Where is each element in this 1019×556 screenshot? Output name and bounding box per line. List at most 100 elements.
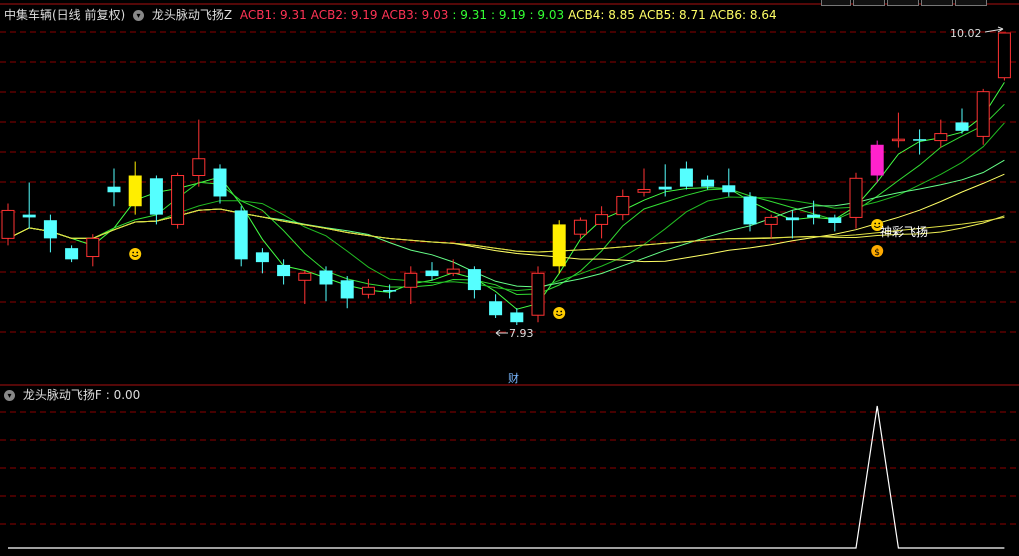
candle[interactable]	[22, 182, 36, 229]
smiley-face	[129, 248, 142, 260]
candle-body	[1, 209, 15, 239]
candle[interactable]	[277, 259, 291, 285]
candle[interactable]	[107, 168, 121, 207]
menu-tab-3[interactable]	[887, 0, 919, 6]
candle[interactable]	[891, 112, 905, 148]
smiley-icon	[129, 248, 142, 260]
candle-body	[510, 312, 524, 323]
candle[interactable]	[743, 192, 757, 232]
candle[interactable]	[361, 278, 375, 299]
candle[interactable]	[446, 259, 460, 277]
candle[interactable]	[616, 189, 630, 221]
kline-chart[interactable]: $	[0, 0, 1019, 556]
candle-body	[828, 217, 842, 224]
main-chart-header: 中集车辆(日线 前复权) ▾ 龙头脉动飞扬Z ACB1: 9.31 ACB2: 9…	[4, 8, 785, 22]
candle-body	[637, 188, 651, 193]
candle-body	[213, 168, 227, 197]
smiley-face	[553, 307, 566, 319]
candle[interactable]	[997, 32, 1011, 81]
candlestick-series[interactable]	[1, 32, 1011, 325]
candle[interactable]	[828, 214, 842, 232]
candle-body	[65, 248, 79, 260]
candle[interactable]	[510, 308, 524, 325]
candle[interactable]	[531, 266, 545, 323]
candle[interactable]	[489, 294, 503, 319]
candle[interactable]	[86, 234, 100, 267]
candle-body	[171, 175, 185, 225]
sub-indicator-plot[interactable]	[8, 405, 1005, 549]
candle[interactable]	[171, 172, 185, 229]
candle-body	[807, 214, 821, 218]
candle[interactable]	[149, 175, 163, 225]
candle-body	[891, 138, 905, 142]
candle-body	[531, 272, 545, 316]
sub-indicator-line[interactable]	[8, 405, 1005, 549]
candle[interactable]	[552, 220, 566, 274]
candle[interactable]	[764, 214, 778, 239]
indicator-name[interactable]: 龙头脉动飞扬Z	[152, 8, 232, 22]
candle-body	[383, 290, 397, 292]
candle-body	[425, 270, 439, 277]
candle[interactable]	[255, 248, 269, 274]
acb-value-5: : 9.03	[529, 8, 565, 22]
smiley-eye	[132, 251, 135, 254]
stock-name: 中集车辆(日线 前复权)	[4, 8, 126, 22]
candle[interactable]	[658, 164, 672, 197]
finance-marker-icon[interactable]: 财	[508, 370, 519, 386]
chevron-down-icon[interactable]: ▾	[4, 390, 15, 401]
candle-body	[298, 272, 312, 281]
candle[interactable]	[913, 129, 927, 155]
menu-tab-4[interactable]	[921, 0, 953, 6]
candle[interactable]	[785, 210, 799, 239]
candle[interactable]	[955, 108, 969, 134]
candle[interactable]	[43, 214, 57, 253]
candle-body	[552, 224, 566, 267]
candle-body	[361, 286, 375, 295]
candle-body	[489, 301, 503, 316]
candle-body	[701, 179, 715, 187]
candle-body	[595, 214, 609, 225]
candle-body	[404, 272, 418, 288]
sub-indicator-name[interactable]: 龙头脉动飞扬F	[23, 388, 102, 402]
candle[interactable]	[637, 168, 651, 197]
acb-value-1: ACB2: 9.19	[310, 8, 378, 22]
candle[interactable]	[849, 172, 863, 229]
candle-body	[22, 214, 36, 218]
menu-tab-1[interactable]	[821, 0, 851, 6]
candle[interactable]	[425, 262, 439, 281]
candle[interactable]	[595, 206, 609, 239]
candle[interactable]	[340, 276, 354, 309]
menu-tab-2[interactable]	[853, 0, 885, 6]
candle-body	[467, 269, 481, 291]
candle[interactable]	[934, 119, 948, 148]
candle-body	[43, 220, 57, 239]
candle-body	[573, 219, 587, 235]
candle-body	[913, 139, 927, 141]
candle-body	[997, 32, 1011, 79]
candle-body	[870, 144, 884, 176]
acb-value-0: ACB1: 9.31	[239, 8, 307, 22]
acb-value-4: : 9.19	[490, 8, 526, 22]
candle-body	[679, 168, 693, 187]
candle[interactable]	[467, 266, 481, 299]
candle-body	[86, 237, 100, 258]
candle[interactable]	[192, 119, 206, 187]
chevron-down-icon[interactable]: ▾	[133, 10, 145, 21]
candle[interactable]	[679, 161, 693, 190]
candle-body	[319, 270, 333, 285]
candle[interactable]	[298, 270, 312, 305]
menu-tab-5[interactable]	[955, 0, 987, 6]
candle[interactable]	[319, 266, 333, 302]
candle[interactable]	[976, 88, 990, 145]
candle[interactable]	[1, 203, 15, 246]
candle[interactable]	[65, 245, 79, 263]
candle[interactable]	[234, 206, 248, 267]
candle-body	[616, 195, 630, 216]
candle-body	[722, 185, 736, 193]
candle-body	[955, 122, 969, 131]
low-price-label: 7.93	[509, 327, 534, 340]
candle-body	[764, 216, 778, 225]
candle[interactable]	[213, 164, 227, 204]
acb-value-3: : 9.31	[452, 8, 487, 22]
candle-body	[785, 217, 799, 221]
